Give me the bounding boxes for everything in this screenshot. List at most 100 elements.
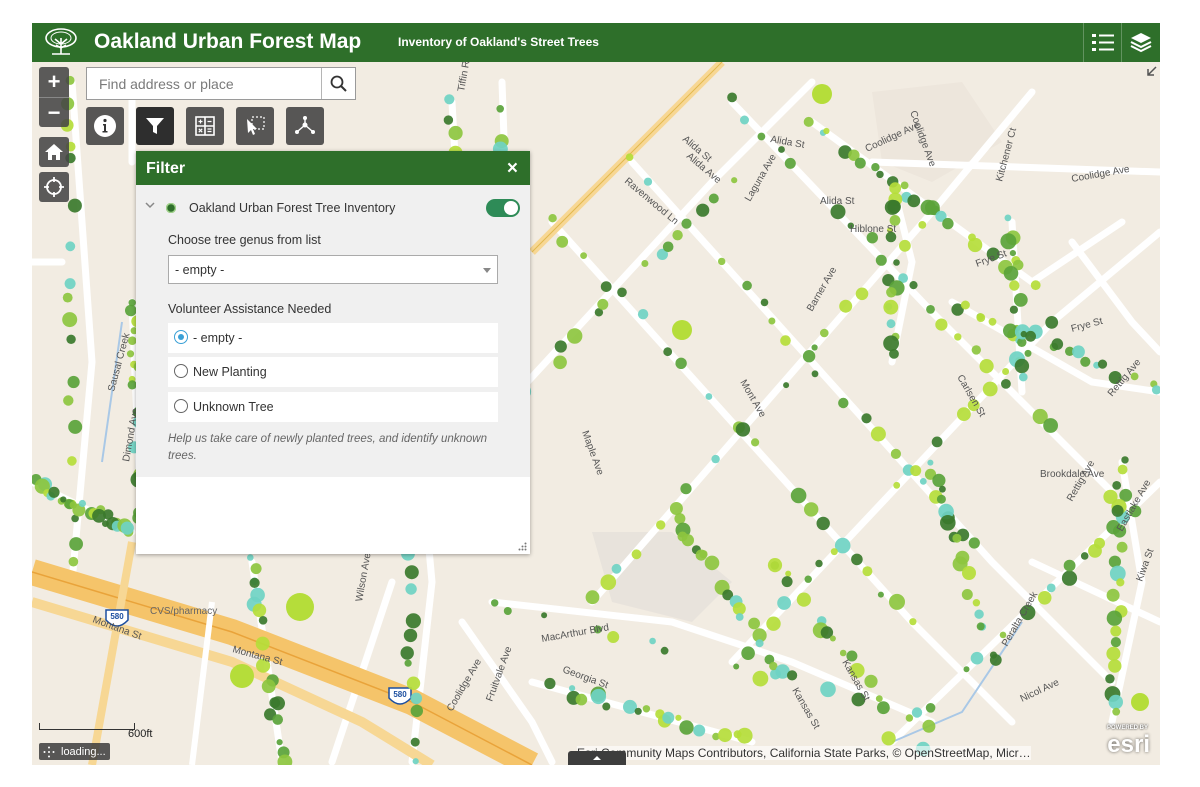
tree-point[interactable] [1009,280,1020,291]
tree-point[interactable] [680,483,692,495]
tree-point[interactable] [548,214,557,223]
radio-button[interactable] [174,399,188,413]
tree-point[interactable] [255,636,270,651]
tree-point[interactable] [681,534,695,547]
tree-point[interactable] [766,616,781,631]
tree-point[interactable] [663,347,673,357]
tree-point[interactable] [803,116,814,127]
tree-point[interactable] [1106,588,1120,602]
tree-point[interactable] [974,609,984,619]
tree-point[interactable] [1019,372,1028,382]
tree-point[interactable] [829,635,836,642]
tree-point[interactable] [1043,418,1058,433]
tree-point[interactable] [569,685,576,692]
radio-option-empty[interactable]: - empty - [168,323,498,353]
tree-point[interactable] [575,693,588,706]
tree-point[interactable] [931,436,943,448]
tree-point[interactable] [768,317,776,325]
tree-point[interactable] [286,593,314,621]
tree-point[interactable] [120,521,134,535]
radio-option-new-planting[interactable]: New Planting [168,357,498,387]
search-button[interactable] [321,68,355,99]
tree-point[interactable] [755,639,764,648]
tree-point[interactable] [649,637,656,645]
tree-point[interactable] [567,328,583,344]
measure-tool-button[interactable] [186,107,224,145]
locate-button[interactable] [39,172,69,202]
tree-point[interactable] [767,558,783,573]
tree-point[interactable] [1106,646,1121,661]
tree-point[interactable] [553,355,567,370]
tree-point[interactable] [979,359,994,374]
tree-point[interactable] [900,181,909,190]
tree-point[interactable] [875,254,887,266]
tree-point[interactable] [884,199,901,215]
radio-button[interactable] [174,364,188,378]
tree-point[interactable] [693,724,706,737]
tree-point[interactable] [802,350,816,363]
tree-point[interactable] [230,664,254,688]
tree-point[interactable] [839,649,847,657]
basemap-layers-button[interactable] [1121,23,1160,62]
tree-point[interactable] [855,287,869,301]
tree-point[interactable] [660,646,669,655]
tree-point[interactable] [1001,379,1011,389]
tree-point[interactable] [816,516,830,531]
tree-point[interactable] [742,280,752,291]
tree-point[interactable] [976,622,985,631]
tree-point[interactable] [261,679,276,694]
tree-point[interactable] [611,563,622,574]
tree-point[interactable] [276,739,283,746]
tree-point[interactable] [711,454,720,464]
tree-point[interactable] [404,659,412,667]
tree-point[interactable] [410,692,423,705]
tree-point[interactable] [942,217,954,230]
tree-point[interactable] [936,494,946,504]
tree-point[interactable] [1109,565,1126,582]
tree-point[interactable] [625,153,634,161]
tree-point[interactable] [877,701,890,715]
layer-toggle[interactable] [486,199,520,217]
tree-point[interactable] [78,499,86,508]
tree-point[interactable] [1000,233,1017,250]
tree-point[interactable] [961,589,973,600]
tree-point[interactable] [1116,578,1125,587]
tree-point[interactable] [556,235,569,248]
tree-point[interactable] [705,393,713,400]
search-input[interactable] [87,68,323,99]
tree-point[interactable] [1003,266,1019,281]
tree-point[interactable] [249,577,260,589]
tree-point[interactable] [681,218,692,229]
tree-point[interactable] [741,646,755,660]
tree-point[interactable] [68,556,79,567]
tree-point[interactable] [1094,537,1105,549]
tree-point[interactable] [988,317,997,326]
tree-point[interactable] [968,537,980,549]
tree-point[interactable] [751,438,760,447]
tree-point[interactable] [444,94,455,105]
tree-point[interactable] [890,448,902,459]
tree-point[interactable] [48,486,60,498]
tree-point[interactable] [740,115,749,125]
tree-point[interactable] [976,313,986,322]
tree-point[interactable] [1009,305,1019,314]
tree-point[interactable] [861,413,872,424]
tree-point[interactable] [125,304,137,317]
tree-point[interactable] [811,370,819,378]
tree-point[interactable] [708,193,719,204]
tree-point[interactable] [757,132,766,141]
tree-point[interactable] [1112,481,1122,490]
tree-point[interactable] [602,702,611,711]
tree-point[interactable] [637,309,649,320]
tree-point[interactable] [718,257,726,266]
tree-point[interactable] [443,115,454,125]
share-tool-button[interactable] [286,107,324,145]
tree-point[interactable] [875,695,883,702]
tree-point[interactable] [932,473,946,487]
tree-point[interactable] [669,502,683,515]
tree-point[interactable] [1037,591,1052,605]
tree-point[interactable] [634,707,642,715]
tree-point[interactable] [62,292,73,303]
tree-point[interactable] [412,758,419,765]
tree-point[interactable] [736,727,753,744]
